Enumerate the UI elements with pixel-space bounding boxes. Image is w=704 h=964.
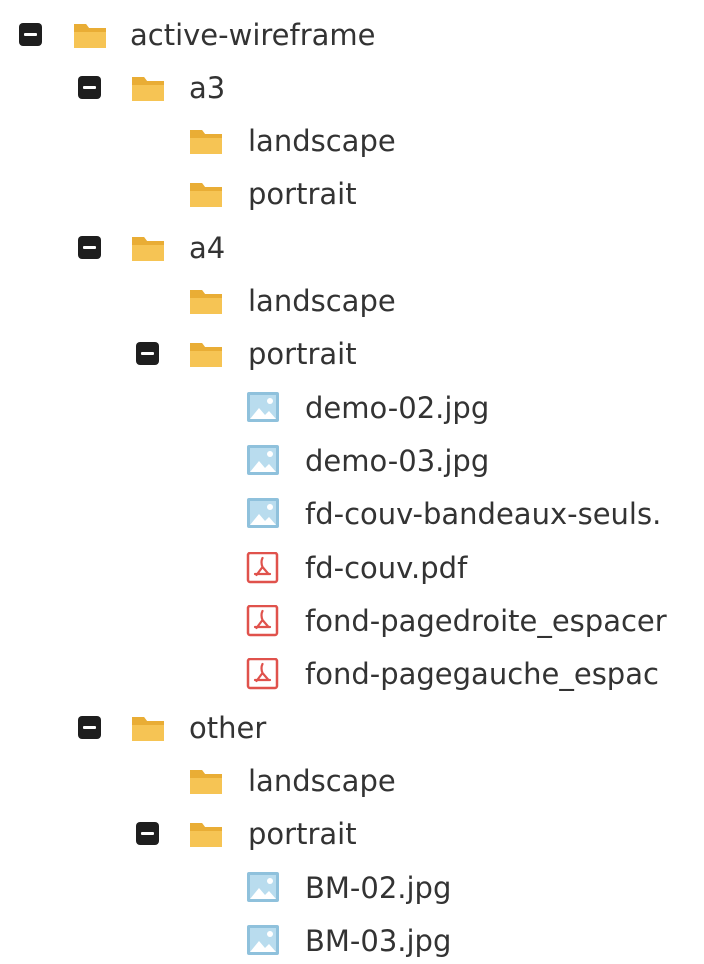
image-file-icon xyxy=(246,925,282,957)
folder-open-icon xyxy=(72,19,108,51)
tree-file-item[interactable]: fond-pagedroite_espacer xyxy=(0,600,704,644)
image-file-icon xyxy=(246,498,282,530)
tree-file-label: demo-03.jpg xyxy=(305,444,490,478)
tree-file-label: fond-pagedroite_espacer xyxy=(305,604,667,638)
tree-node-a3-portrait[interactable]: portrait xyxy=(0,173,704,217)
tree-node-label: landscape xyxy=(248,764,396,798)
collapse-toggle-icon[interactable] xyxy=(78,76,101,99)
folder-open-icon xyxy=(188,818,224,850)
tree-file-item[interactable]: fond-pagegauche_espac xyxy=(0,653,704,697)
pdf-file-icon xyxy=(246,605,282,637)
pdf-file-icon xyxy=(246,658,282,690)
image-file-icon xyxy=(246,445,282,477)
collapse-toggle-icon[interactable] xyxy=(78,716,101,739)
folder-icon xyxy=(188,125,224,157)
tree-node-label: portrait xyxy=(248,817,357,851)
folder-icon xyxy=(188,178,224,210)
tree-file-label: BM-02.jpg xyxy=(305,871,452,905)
tree-node-other-landscape[interactable]: landscape xyxy=(0,760,704,804)
tree-file-item[interactable]: demo-02.jpg xyxy=(0,387,704,431)
tree-node-label: landscape xyxy=(248,124,396,158)
tree-file-item[interactable]: BM-03.jpg xyxy=(0,920,704,964)
tree-file-item[interactable]: fd-couv.pdf xyxy=(0,547,704,591)
tree-node-a3-landscape[interactable]: landscape xyxy=(0,120,704,164)
tree-node-label: landscape xyxy=(248,284,396,318)
tree-node-a4-portrait[interactable]: portrait xyxy=(0,333,704,377)
collapse-toggle-icon[interactable] xyxy=(78,236,101,259)
collapse-toggle-icon[interactable] xyxy=(19,23,42,46)
tree-file-label: demo-02.jpg xyxy=(305,391,490,425)
tree-file-label: fd-couv-bandeaux-seuls. xyxy=(305,497,662,531)
tree-node-a3[interactable]: a3 xyxy=(0,67,704,111)
file-tree: active-wireframe a3 landscape portrait a… xyxy=(0,0,704,963)
tree-file-label: fd-couv.pdf xyxy=(305,551,468,585)
tree-node-label: other xyxy=(189,711,267,745)
tree-node-label: portrait xyxy=(248,337,357,371)
image-file-icon xyxy=(246,872,282,904)
tree-node-active-wireframe[interactable]: active-wireframe xyxy=(0,14,704,58)
image-file-icon xyxy=(246,392,282,424)
folder-open-icon xyxy=(188,338,224,370)
tree-node-label: a4 xyxy=(189,231,226,265)
tree-node-label: portrait xyxy=(248,177,357,211)
collapse-toggle-icon[interactable] xyxy=(136,822,159,845)
tree-file-item[interactable]: demo-03.jpg xyxy=(0,440,704,484)
folder-icon xyxy=(188,765,224,797)
folder-open-icon xyxy=(130,712,166,744)
tree-node-label: a3 xyxy=(189,71,226,105)
tree-node-a4-landscape[interactable]: landscape xyxy=(0,280,704,324)
tree-file-label: fond-pagegauche_espac xyxy=(305,657,659,691)
tree-node-other-portrait[interactable]: portrait xyxy=(0,813,704,857)
folder-icon xyxy=(188,285,224,317)
collapse-toggle-icon[interactable] xyxy=(136,342,159,365)
tree-node-label: active-wireframe xyxy=(130,18,376,52)
tree-node-other[interactable]: other xyxy=(0,707,704,751)
folder-open-icon xyxy=(130,232,166,264)
folder-open-icon xyxy=(130,72,166,104)
tree-file-item[interactable]: fd-couv-bandeaux-seuls. xyxy=(0,493,704,537)
tree-node-a4[interactable]: a4 xyxy=(0,227,704,271)
pdf-file-icon xyxy=(246,552,282,584)
tree-file-label: BM-03.jpg xyxy=(305,924,452,958)
tree-file-item[interactable]: BM-02.jpg xyxy=(0,867,704,911)
